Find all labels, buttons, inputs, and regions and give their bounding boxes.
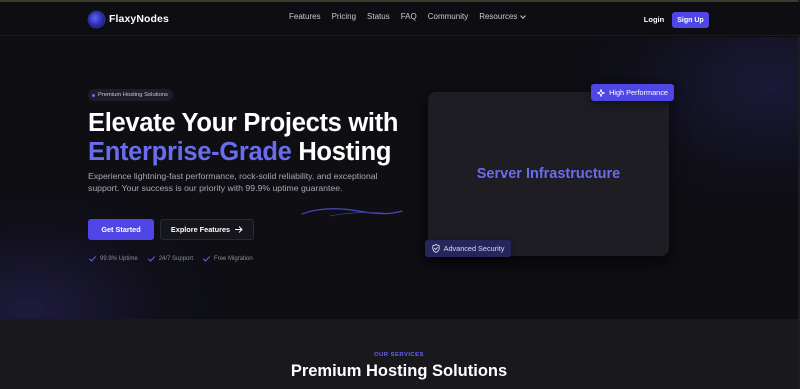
dot-icon bbox=[92, 93, 95, 97]
chevron-down-icon bbox=[520, 12, 527, 19]
nav-link-features[interactable]: Features bbox=[289, 12, 321, 21]
get-started-button[interactable]: Get Started bbox=[88, 219, 154, 240]
login-button[interactable]: Login bbox=[640, 11, 668, 27]
services-section: OUR SERVICES Premium Hosting Solutions bbox=[0, 319, 798, 389]
hero-description: Experience lightning-fast performance, r… bbox=[88, 171, 378, 193]
brand-name: FlaxyNodes bbox=[109, 13, 169, 25]
feature-item: 99.9% Uptime bbox=[89, 256, 138, 262]
nav-link-community[interactable]: Community bbox=[428, 12, 468, 21]
nav-links: Features Pricing Status FAQ Community Re… bbox=[289, 12, 536, 21]
services-eyebrow: OUR SERVICES bbox=[374, 352, 424, 358]
sparkle-icon bbox=[597, 88, 606, 97]
brand-link[interactable]: FlaxyNodes bbox=[89, 10, 169, 28]
nav-dropdown-label: Resources bbox=[479, 12, 518, 21]
hero-title-rest: Hosting bbox=[291, 138, 392, 166]
top-navbar: FlaxyNodes Features Pricing Status FAQ C… bbox=[0, 2, 800, 36]
nav-link-faq[interactable]: FAQ bbox=[401, 12, 417, 21]
feature-item: Free Migration bbox=[203, 256, 253, 262]
explore-features-label: Explore Features bbox=[170, 225, 231, 234]
hero-badge-label: Premium Hosting Solutions bbox=[98, 92, 168, 98]
explore-features-button[interactable]: Explore Features bbox=[160, 219, 254, 240]
high-performance-badge: High Performance bbox=[591, 84, 674, 101]
feature-item: 24/7 Support bbox=[147, 256, 194, 262]
high-performance-label: High Performance bbox=[609, 88, 668, 97]
image-placeholder-label: Server Infrastructure bbox=[476, 166, 621, 182]
globe-logo-icon bbox=[89, 11, 104, 27]
hero-title: Elevate Your Projects with Enterprise-Gr… bbox=[88, 109, 428, 167]
advanced-security-badge: Advanced Security bbox=[425, 240, 511, 257]
hero-badge: Premium Hosting Solutions bbox=[88, 89, 173, 101]
hero-image-card: Server Infrastructure bbox=[428, 92, 669, 256]
check-icon bbox=[147, 256, 155, 262]
arrow-right-icon bbox=[235, 226, 243, 233]
feature-label: Free Migration bbox=[214, 256, 253, 262]
signup-button[interactable]: Sign Up bbox=[672, 12, 709, 28]
background-glow bbox=[0, 177, 240, 319]
feature-label: 24/7 Support bbox=[158, 256, 194, 262]
services-title: Premium Hosting Solutions bbox=[290, 362, 508, 380]
hero-title-line1: Elevate Your Projects with bbox=[88, 109, 399, 137]
nav-link-pricing[interactable]: Pricing bbox=[332, 12, 356, 21]
hero-section: Premium Hosting Solutions Elevate Your P… bbox=[0, 37, 798, 319]
shield-check-icon bbox=[431, 244, 440, 253]
advanced-security-label: Advanced Security bbox=[443, 244, 505, 253]
nav-dropdown-resources[interactable]: Resources bbox=[479, 12, 527, 21]
feature-label: 99.9% Uptime bbox=[100, 256, 138, 262]
underline-decoration-icon bbox=[301, 208, 403, 217]
check-icon bbox=[203, 256, 210, 262]
nav-link-status[interactable]: Status bbox=[367, 12, 390, 21]
hero-feature-list: 99.9% Uptime 24/7 Support Free Migration bbox=[89, 256, 263, 262]
hero-title-accent: Enterprise-Grade bbox=[88, 138, 292, 166]
check-icon bbox=[89, 256, 96, 262]
